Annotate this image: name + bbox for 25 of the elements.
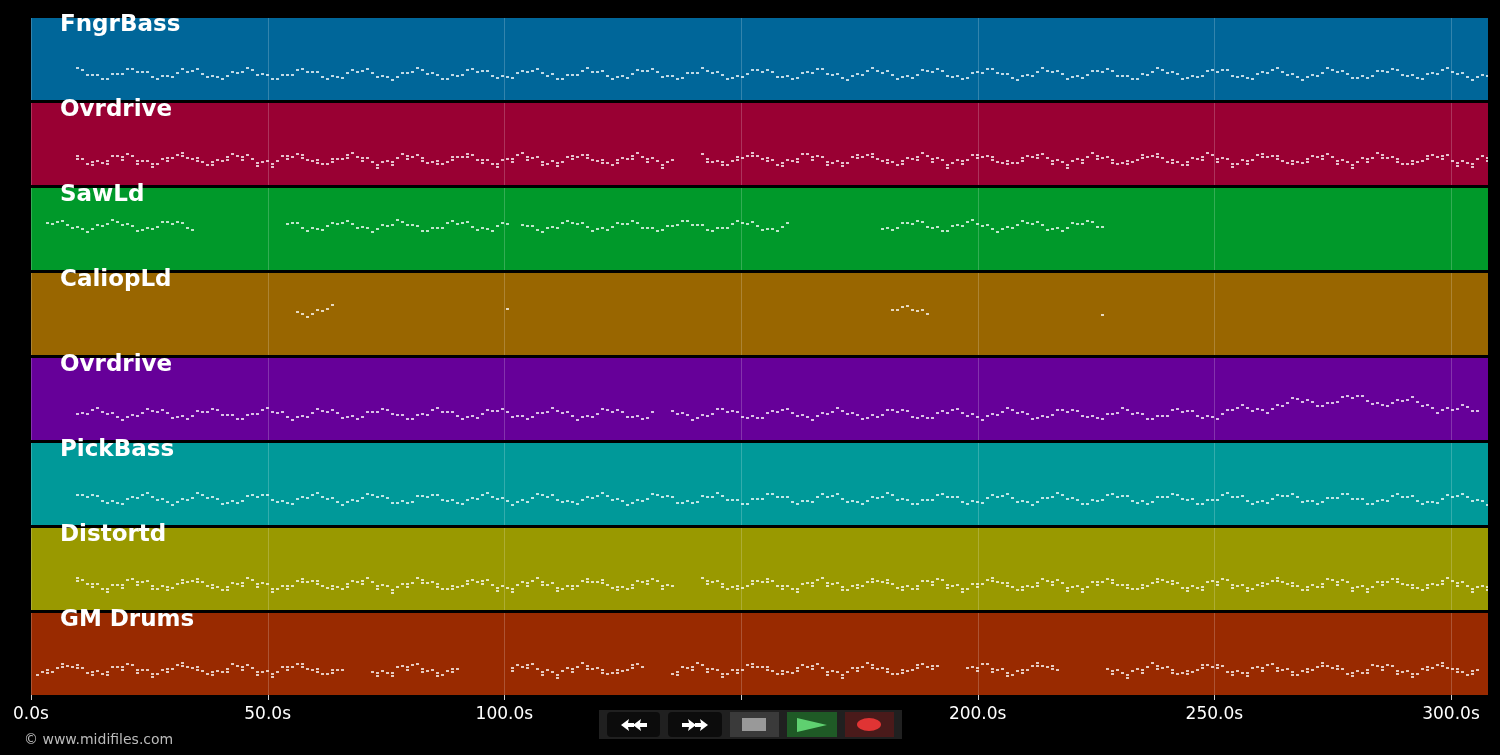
play-button[interactable] — [787, 712, 837, 737]
play-icon — [796, 717, 827, 732]
axis-tick-label: 0.0s — [13, 702, 49, 724]
track-name: SawLd — [60, 179, 145, 207]
axis-tick-label: 250.0s — [1185, 702, 1244, 724]
axis-tick-label: 200.0s — [948, 702, 1007, 724]
track-name: FngrBass — [60, 9, 181, 37]
rewind-button[interactable] — [607, 712, 661, 737]
track-name: CaliopLd — [60, 264, 172, 292]
stop-icon — [742, 718, 767, 731]
track-name: Distortd — [60, 519, 167, 547]
track-name: Ovrdrive — [60, 94, 173, 122]
record-button[interactable] — [844, 712, 894, 737]
stop-button[interactable] — [729, 712, 780, 737]
axis-tick-label: 300.0s — [1422, 702, 1480, 724]
fast-forward-button[interactable] — [668, 712, 722, 737]
track-name: Ovrdrive — [60, 349, 173, 377]
track-name: PickBass — [60, 434, 175, 462]
axis-tick-label: 50.0s — [244, 702, 291, 724]
copyright-text: © www.midifiles.com — [24, 731, 174, 747]
track-name: GM Drums — [60, 604, 195, 632]
fast-forward-icon — [681, 717, 710, 732]
axis-tick-label: 100.0s — [475, 702, 534, 724]
rewind-icon — [619, 717, 648, 732]
record-icon — [857, 718, 882, 731]
